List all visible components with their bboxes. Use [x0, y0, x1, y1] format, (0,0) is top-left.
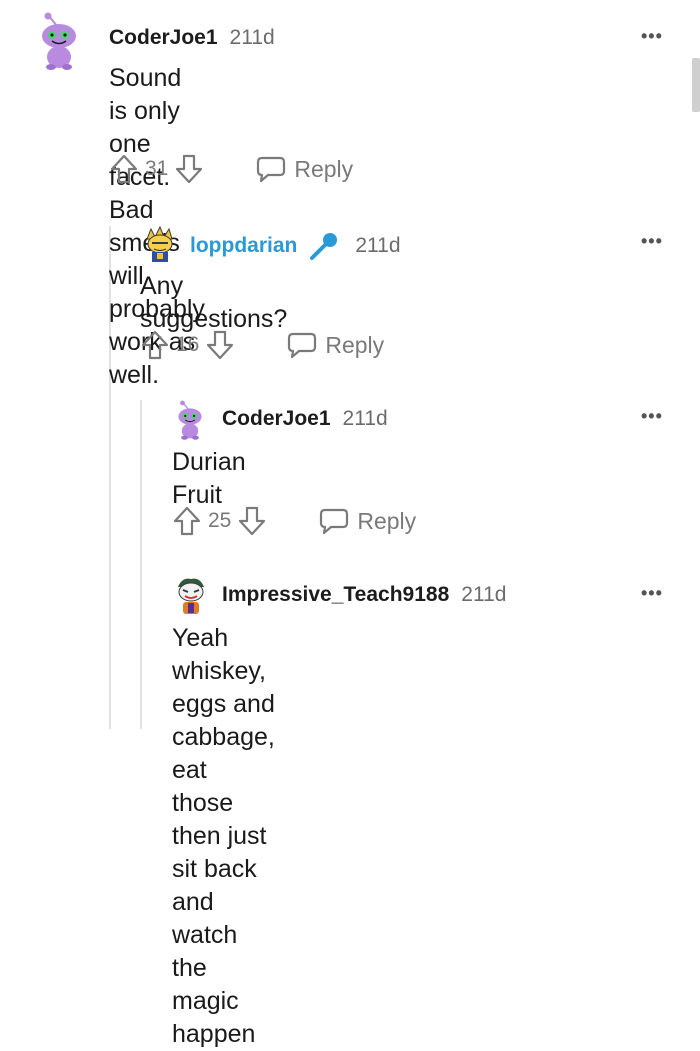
user-avatar-icon: [146, 225, 173, 262]
microphone-icon: [310, 233, 338, 260]
vote-count: 31: [145, 157, 169, 180]
snoo-avatar-icon: [178, 400, 202, 440]
comment-age: 211d: [342, 407, 388, 430]
user-avatar-icon: [178, 578, 204, 614]
scrollbar[interactable]: [692, 58, 700, 112]
reply-bubble-icon: [288, 332, 317, 359]
comment-text-line: magic happen: [172, 987, 256, 1048]
more-options-icon[interactable]: •••: [641, 26, 663, 47]
more-options-icon[interactable]: •••: [641, 583, 663, 604]
comment-username[interactable]: CoderJoe1: [222, 407, 331, 431]
comment-actions: 16 Reply: [140, 329, 384, 361]
comment-actions: 31 Reply: [109, 153, 353, 185]
reply-label: Reply: [325, 331, 385, 358]
reply-button[interactable]: Reply: [256, 155, 353, 183]
reply-button[interactable]: Reply: [319, 507, 416, 535]
snoo-avatar-icon: [42, 12, 76, 70]
avatar[interactable]: [37, 12, 81, 75]
thread-line-level-2: [140, 400, 142, 729]
comment-username[interactable]: loppdarian: [190, 234, 297, 258]
reply-bubble-icon: [257, 156, 286, 183]
reply-bubble-icon: [320, 508, 349, 535]
upvote-icon[interactable]: [109, 153, 139, 185]
upvote-icon[interactable]: [140, 329, 170, 361]
comment-username[interactable]: Impressive_Teach9188: [222, 583, 449, 607]
reply-label: Reply: [357, 507, 417, 534]
reply-label: Reply: [294, 155, 354, 182]
comment-text-line: those then just sit back and watch the: [172, 789, 267, 982]
downvote-icon[interactable]: [205, 329, 235, 361]
vote-count: 16: [176, 333, 200, 356]
upvote-icon[interactable]: [172, 505, 202, 537]
downvote-icon[interactable]: [237, 505, 267, 537]
comment-actions: 25 Reply: [172, 505, 416, 537]
avatar[interactable]: [175, 400, 205, 445]
more-options-icon[interactable]: •••: [641, 231, 663, 252]
comment-body: Yeah whiskey, eggs and cabbage, eat thos…: [172, 622, 275, 1051]
reply-button[interactable]: Reply: [287, 331, 384, 359]
comment-username[interactable]: CoderJoe1: [109, 26, 218, 50]
avatar[interactable]: [141, 225, 179, 268]
comment-age: 211d: [229, 26, 275, 49]
more-options-icon[interactable]: •••: [641, 406, 663, 427]
comment-age: 211d: [355, 234, 401, 257]
comment-age: 211d: [461, 583, 507, 606]
comment-text-line: Durian Fruit: [172, 448, 246, 509]
vote-count: 25: [208, 509, 232, 532]
comment-text-line: Any suggestions?: [140, 272, 288, 333]
avatar[interactable]: [173, 575, 209, 620]
downvote-icon[interactable]: [174, 153, 204, 185]
comment-body: Durian Fruit: [172, 446, 246, 512]
comment-body: Any suggestions?: [140, 270, 287, 336]
comment-text-line: Yeah whiskey, eggs and cabbage, eat: [172, 624, 275, 784]
